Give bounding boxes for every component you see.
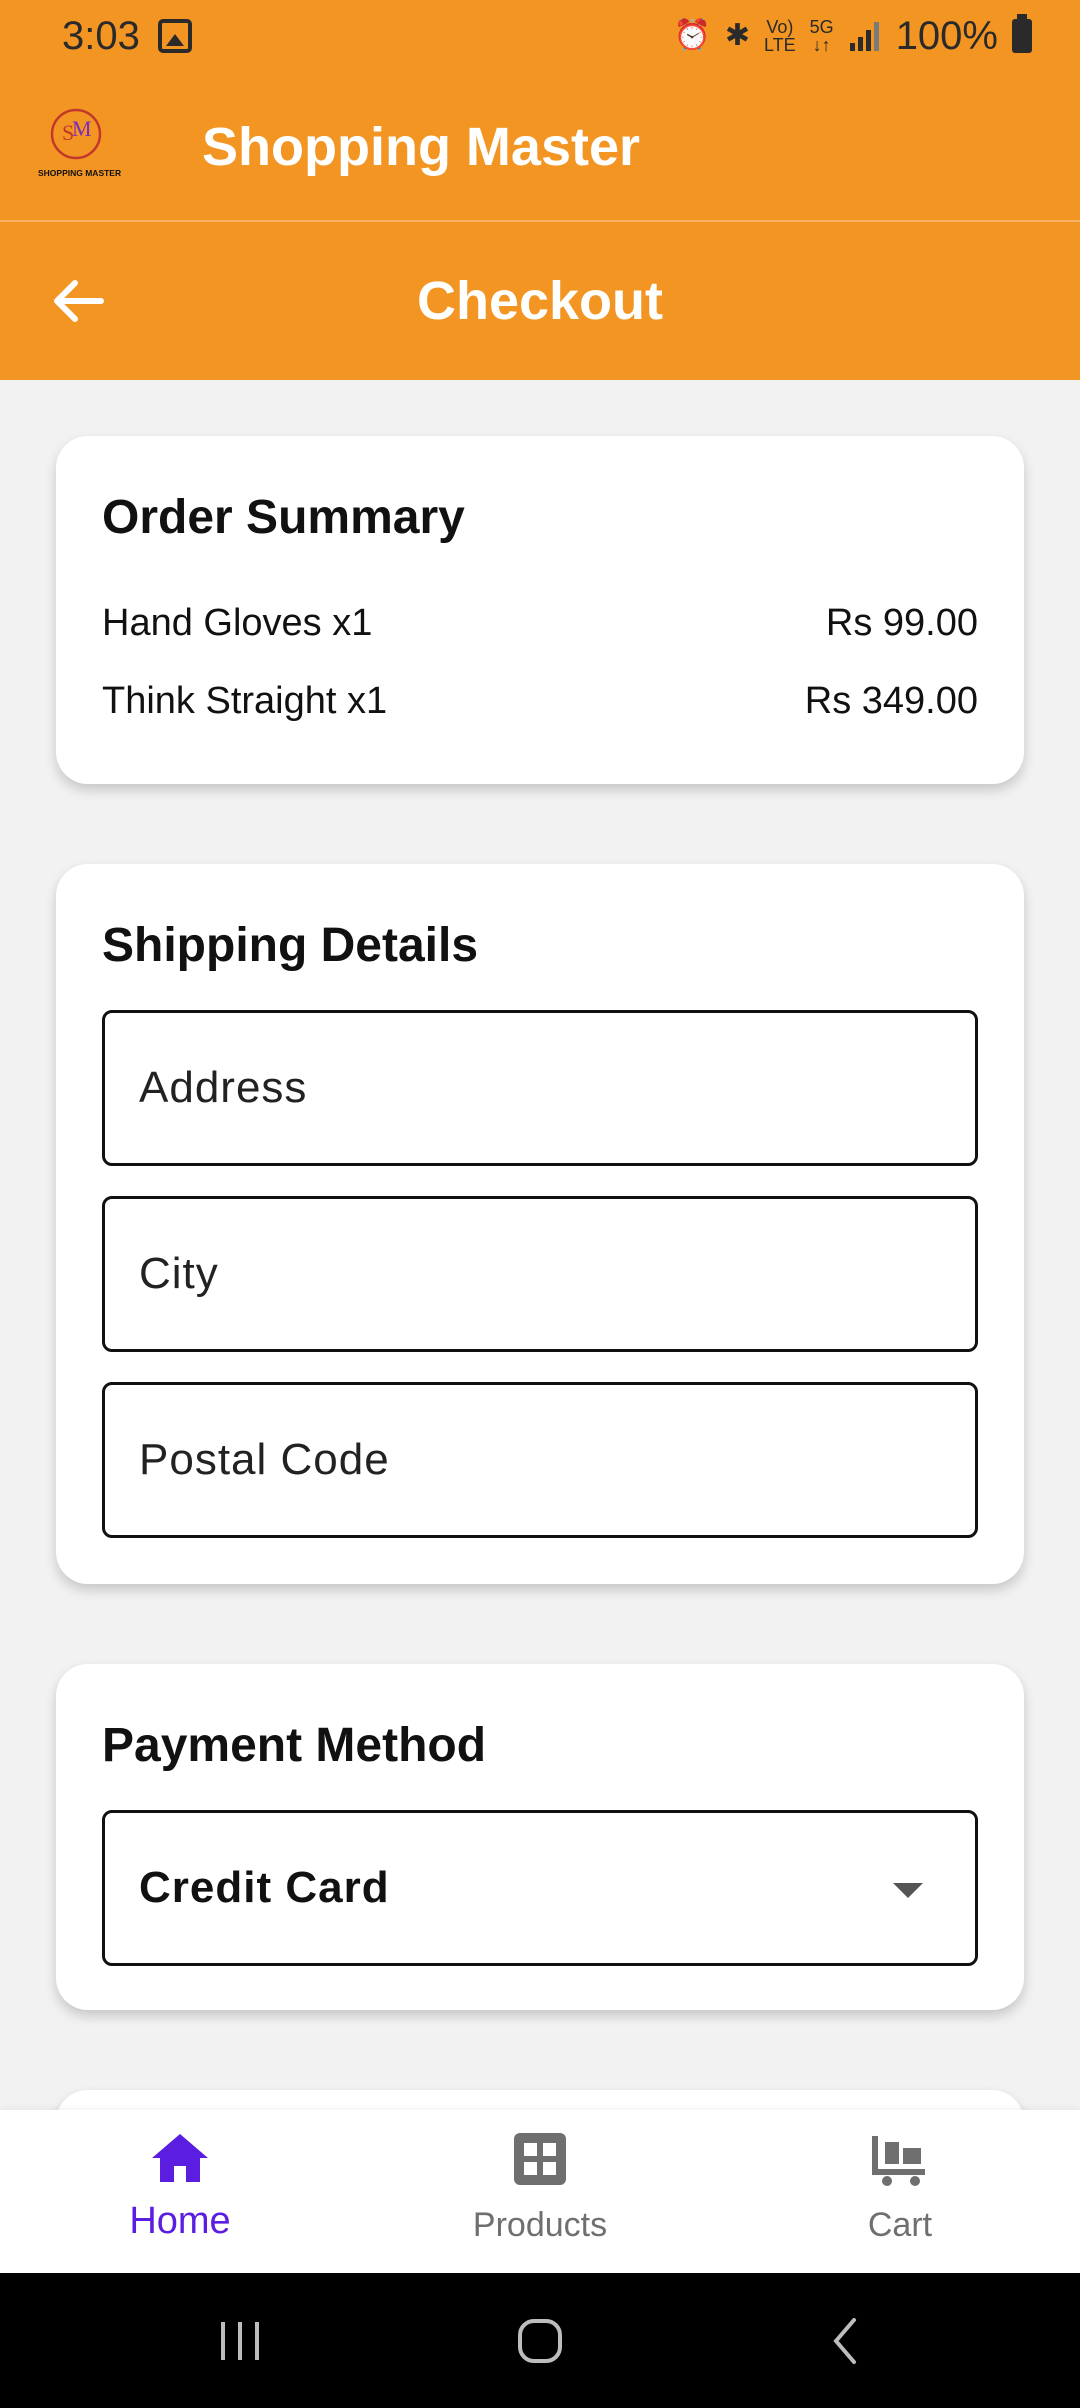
summary-item-price: Rs 349.00: [804, 680, 978, 722]
signal-icon: [849, 22, 879, 51]
app-title: Shopping Master: [202, 117, 641, 177]
summary-row: Think Straight x1 Rs 349.00: [102, 680, 978, 723]
checkout-screen: 3:03 ⏰ ✱ Vo) LTE 5G ↓↑ 100% S M SHOPPING M…: [0, 0, 1080, 2408]
dropdown-caret-icon: [893, 1883, 923, 1898]
app-bar: S M SHOPPING MASTER Shopping Master: [0, 72, 1080, 222]
payment-method-dropdown[interactable]: Credit Card: [102, 1810, 978, 1966]
bottom-navigation: Home Products Cart: [0, 2110, 1080, 2273]
address-field[interactable]: Address: [102, 1010, 978, 1166]
recents-icon: [221, 2321, 259, 2360]
app-logo: S M SHOPPING MASTER: [36, 102, 122, 182]
chevron-left-icon: [833, 2317, 856, 2364]
address-placeholder: Address: [139, 1063, 308, 1112]
payment-method-value: Credit Card: [139, 1863, 390, 1912]
back-button[interactable]: [44, 266, 114, 336]
alarm-icon: ⏰: [673, 19, 711, 52]
logo-icon: S M SHOPPING MASTER: [38, 108, 121, 178]
shipping-details-card: Shipping Details Address City Postal Cod…: [56, 864, 1024, 1584]
shipping-details-title: Shipping Details: [102, 919, 479, 972]
logo-caption: SHOPPING MASTER: [38, 168, 121, 178]
page-header: Checkout: [0, 222, 1080, 380]
status-icons: ⏰ ✱ Vo) LTE 5G ↓↑ 100%: [673, 14, 1032, 59]
cart-icon: [872, 2136, 925, 2186]
order-summary-card: Order Summary Hand Gloves x1 Rs 99.00 Th…: [56, 436, 1024, 784]
bluetooth-icon: ✱: [724, 19, 750, 52]
order-summary-title: Order Summary: [102, 491, 465, 544]
arrow-left-icon: [54, 280, 104, 322]
nav-products[interactable]: Products: [360, 2110, 720, 2273]
image-icon: [157, 19, 192, 53]
page-title: Checkout: [416, 271, 664, 331]
city-placeholder: City: [139, 1249, 219, 1298]
summary-item-name: Hand Gloves x1: [102, 602, 373, 644]
battery-text: 100%: [895, 13, 998, 58]
home-icon: [152, 2134, 208, 2182]
battery-icon: [1012, 14, 1032, 53]
grid-icon: [514, 2133, 566, 2185]
city-field[interactable]: City: [102, 1196, 978, 1352]
status-bar: 3:03 ⏰ ✱ Vo) LTE 5G ↓↑ 100%: [0, 0, 1080, 72]
postal-code-field[interactable]: Postal Code: [102, 1382, 978, 1538]
nav-cart-label: Cart: [867, 2206, 933, 2244]
postal-code-placeholder: Postal Code: [139, 1435, 390, 1484]
back-system-button[interactable]: [806, 2273, 886, 2408]
status-time: 3:03: [62, 13, 140, 58]
nav-home-label: Home: [129, 2200, 231, 2242]
payment-method-title: Payment Method: [102, 1719, 487, 1772]
home-system-button[interactable]: [500, 2273, 580, 2408]
nav-products-label: Products: [472, 2206, 608, 2244]
summary-row: Hand Gloves x1 Rs 99.00: [102, 602, 978, 645]
summary-item-name: Think Straight x1: [102, 680, 388, 722]
system-navigation-bar: [0, 2273, 1080, 2408]
svg-text:M: M: [72, 116, 92, 141]
volte-icon: Vo) LTE: [763, 17, 796, 55]
nav-cart[interactable]: Cart: [720, 2110, 1080, 2273]
payment-method-card: Payment Method Credit Card: [56, 1664, 1024, 2010]
summary-item-price: Rs 99.00: [825, 602, 978, 644]
nav-home[interactable]: Home: [0, 2110, 360, 2273]
recents-button[interactable]: [200, 2273, 280, 2408]
5g-icon: 5G ↓↑: [809, 17, 834, 55]
home-circle-icon: [518, 2318, 562, 2363]
